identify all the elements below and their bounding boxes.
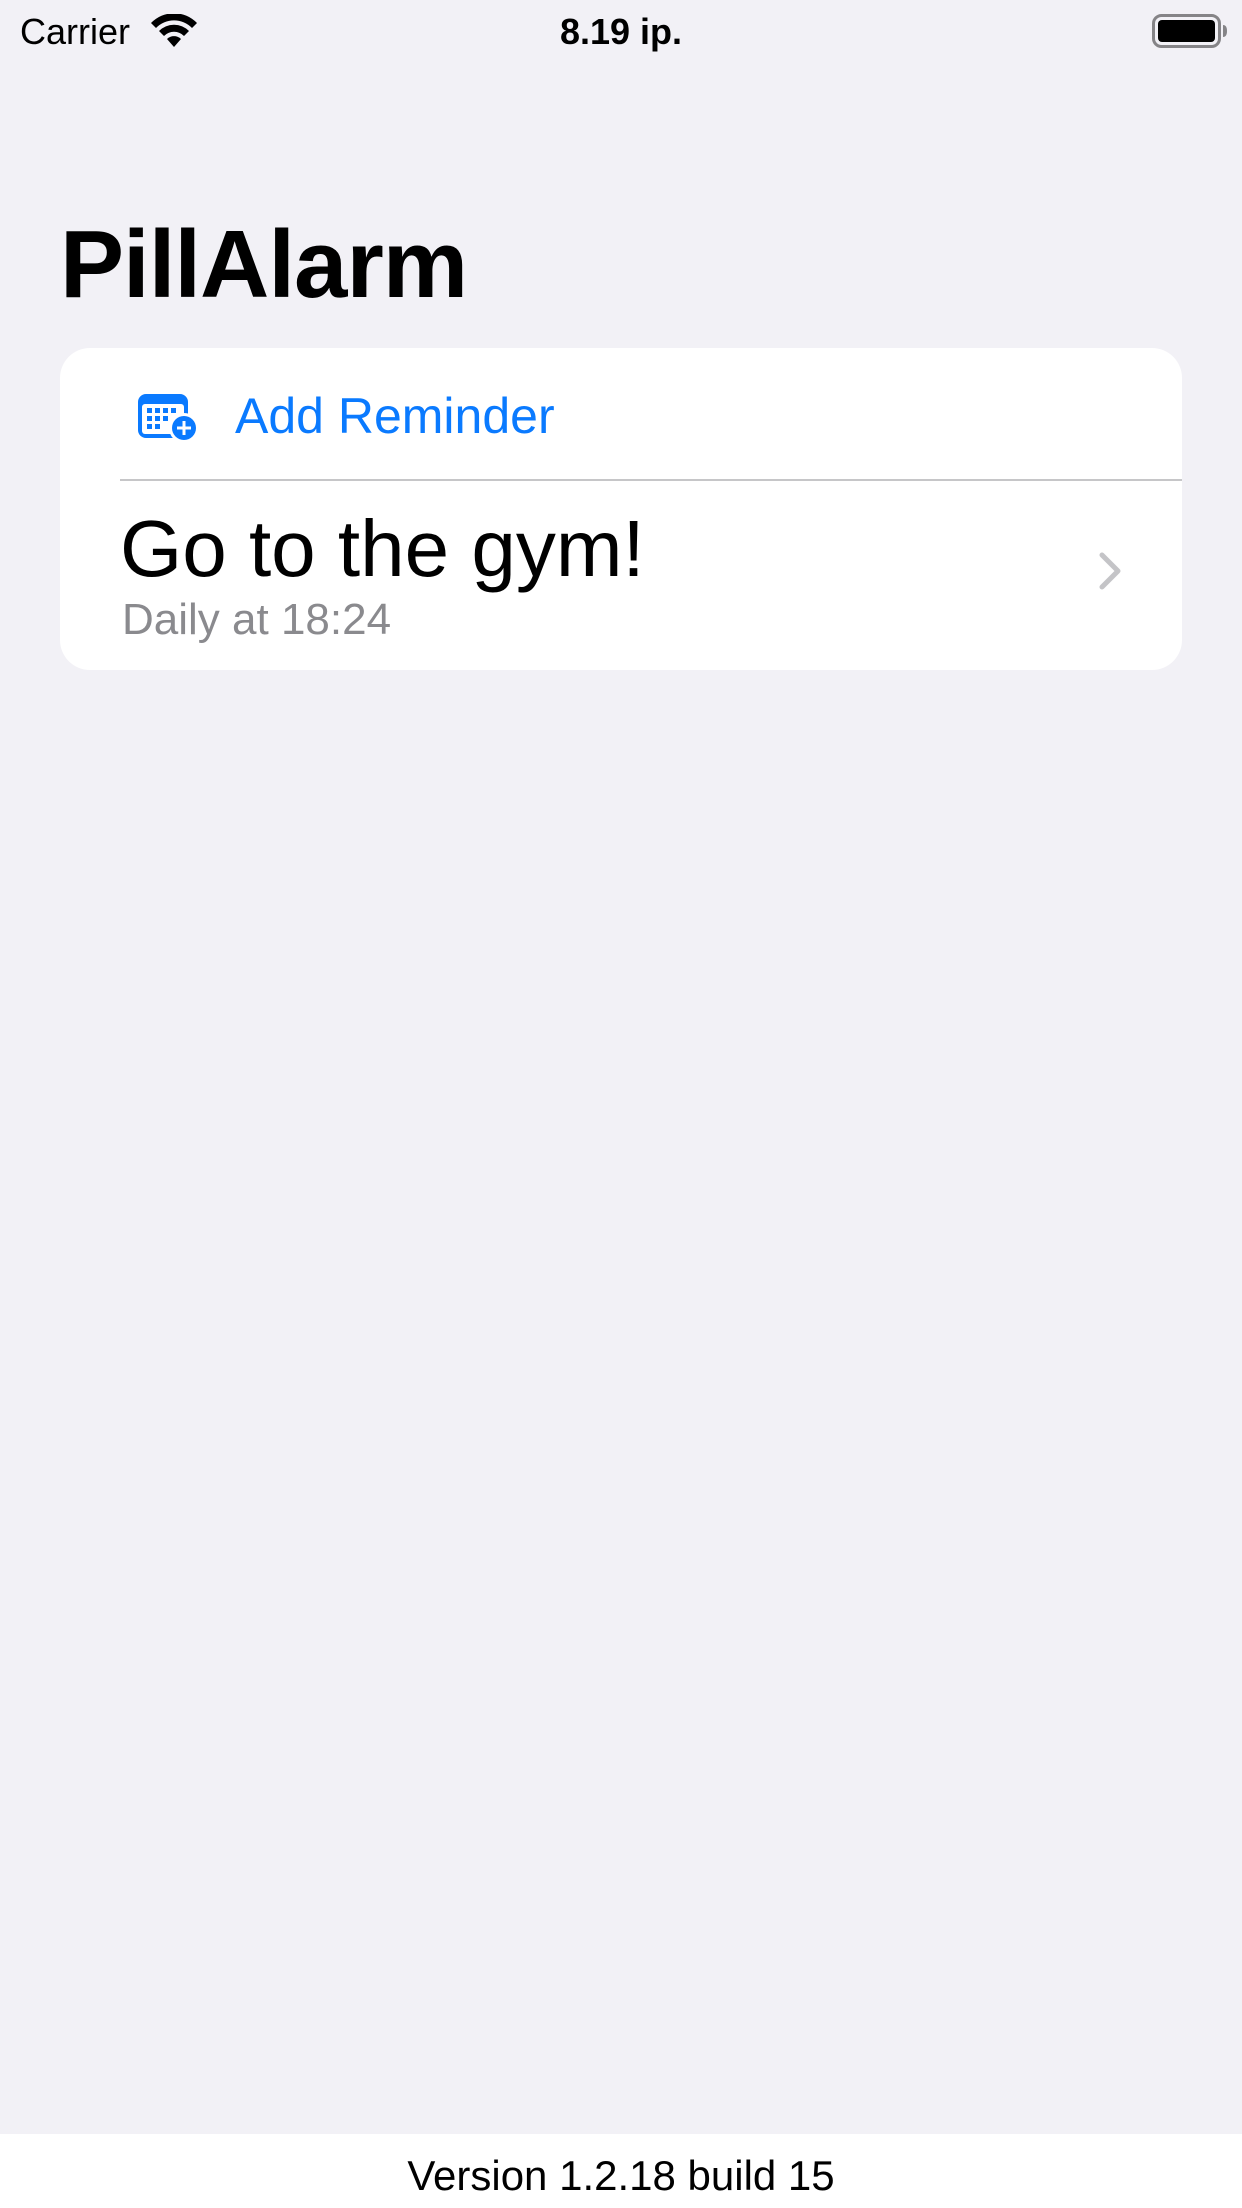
chevron-right-icon (1096, 549, 1124, 593)
version-label: Version 1.2.18 build 15 (407, 2152, 835, 2199)
battery-full-icon (1152, 14, 1228, 48)
status-bar: Carrier 8.19 ip. (0, 0, 1242, 60)
reminder-schedule: Daily at 18:24 (122, 595, 392, 644)
page-title: PillAlarm (60, 211, 468, 318)
list-item[interactable]: Go to the gym! Daily at 18:24 (60, 481, 1182, 670)
status-time: 8.19 ip. (559, 11, 683, 52)
reminder-list: Add Reminder Go to the gym! Daily at 18:… (60, 348, 1182, 670)
reminder-title: Go to the gym! (120, 504, 645, 593)
calendar-add-icon (136, 388, 200, 444)
footer: Version 1.2.18 build 15 (0, 2134, 1242, 2208)
add-reminder-button[interactable]: Add Reminder (60, 348, 1182, 479)
add-reminder-label: Add Reminder (235, 388, 555, 444)
